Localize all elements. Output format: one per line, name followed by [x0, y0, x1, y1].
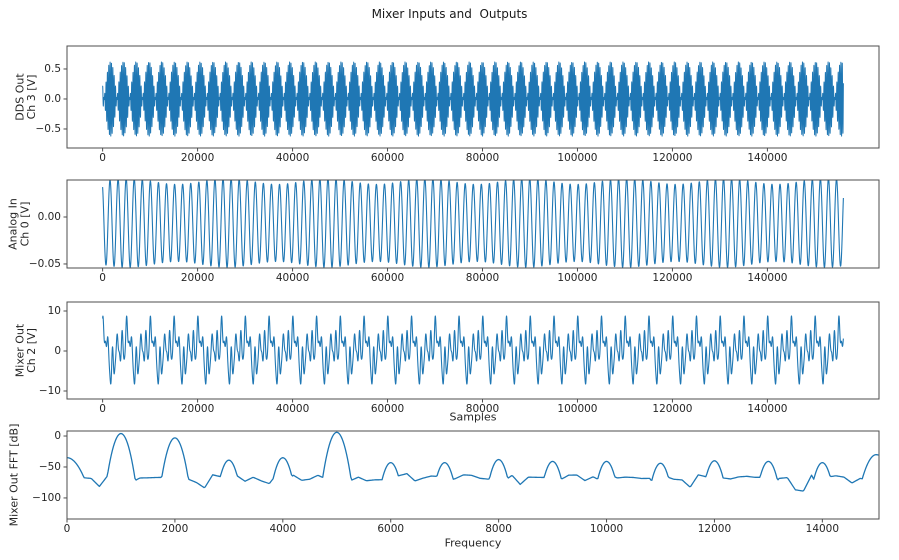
y-axis-label: Ch 3 [V]	[25, 75, 38, 120]
x-tick-label: 14000	[806, 523, 839, 535]
subplot-dds-out: 0 20000 40000 60000 80000 100000 120000 140000 0…	[14, 45, 880, 164]
x-tick-label: 80000	[466, 272, 499, 284]
y-tick-label: 10	[48, 305, 61, 317]
x-tick-label: 12000	[698, 523, 731, 535]
subplot-mixer-out: 0 20000 40000 60000 80000 100000 120000 1400001…	[14, 301, 880, 424]
x-tick-label: 20000	[181, 272, 214, 284]
x-tick-label: 0	[99, 403, 106, 415]
y-tick-label: −100	[32, 492, 61, 504]
x-tick-label: 0	[99, 272, 106, 284]
y-axis-label: Ch 2 [V]	[25, 328, 38, 373]
x-tick-label: 140000	[747, 403, 787, 415]
x-tick-label: 6000	[377, 523, 404, 535]
y-axis-label: Mixer Out FFT [dB]	[8, 424, 21, 527]
y-tick-label: 0.00	[38, 211, 61, 223]
x-tick-label: 80000	[466, 152, 499, 164]
x-tick-label: 8000	[485, 523, 512, 535]
y-tick-label: 0	[54, 345, 61, 357]
x-tick-label: 100000	[557, 152, 597, 164]
x-tick-label: 140000	[747, 272, 787, 284]
x-tick-label: 60000	[371, 403, 404, 415]
y-tick-label: 0.0	[44, 93, 61, 105]
y-tick-label: −0.05	[29, 258, 61, 270]
figure-title: Mixer Inputs and Outputs	[371, 7, 528, 21]
series-line	[102, 179, 844, 268]
x-tick-label: 120000	[652, 152, 692, 164]
x-tick-label: 20000	[181, 152, 214, 164]
subplot-mixer-fft: 0 2000 4000 6000 8000 10000 12000 14000 0 −50 −100…	[8, 424, 880, 550]
x-tick-label: 0	[99, 152, 106, 164]
x-tick-label: 10000	[590, 523, 623, 535]
x-tick-label: 4000	[269, 523, 296, 535]
x-tick-label: 140000	[747, 152, 787, 164]
x-tick-label: 60000	[371, 272, 404, 284]
series-line	[66, 431, 879, 492]
y-tick-label: −10	[39, 385, 61, 397]
series-line	[102, 61, 844, 137]
x-axis-label: Frequency	[445, 537, 502, 550]
y-tick-label: −50	[39, 461, 61, 473]
figure: Mixer Inputs and Outputs 0 20000 40000 6000…	[0, 0, 899, 560]
x-tick-label: 40000	[276, 403, 309, 415]
subplot-analog-in: 0 20000 40000 60000 80000 100000 120000 140000 0…	[7, 179, 880, 284]
x-tick-label: 40000	[276, 272, 309, 284]
x-tick-label: 100000	[557, 403, 597, 415]
x-tick-label: 120000	[652, 272, 692, 284]
x-tick-label: 100000	[557, 272, 597, 284]
axes-frame	[66, 430, 880, 520]
y-axis-label: Ch 0 [V]	[19, 202, 32, 247]
y-tick-label: 0	[54, 430, 61, 442]
x-axis-label: Samples	[450, 411, 497, 424]
x-tick-label: 60000	[371, 152, 404, 164]
plots-canvas: 0 20000 40000 60000 80000 100000 120000 1400000…	[7, 45, 880, 550]
y-tick-label: 0.5	[44, 63, 61, 75]
x-tick-label: 40000	[276, 152, 309, 164]
x-tick-label: 20000	[181, 403, 214, 415]
y-tick-label: −0.5	[36, 123, 62, 135]
x-tick-label: 2000	[162, 523, 189, 535]
x-tick-label: 120000	[652, 403, 692, 415]
series-line	[102, 315, 844, 385]
x-tick-label: 0	[64, 523, 71, 535]
